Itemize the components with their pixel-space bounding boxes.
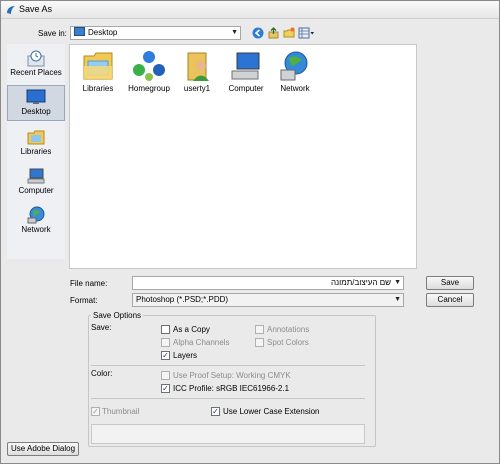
file-label: userty1 (183, 84, 211, 93)
lower-case-extension-checkbox[interactable]: ✓ (211, 407, 220, 416)
icc-profile-checkbox[interactable]: ✓ (161, 384, 170, 393)
views-menu-icon[interactable] (298, 27, 315, 39)
place-desktop[interactable]: Desktop (7, 85, 65, 121)
place-computer[interactable]: Computer (7, 165, 65, 201)
color-section-label: Color: (91, 369, 113, 378)
places-bar: Recent Places Desktop Libraries Computer (7, 44, 65, 259)
spot-colors-checkbox[interactable] (255, 338, 264, 347)
warning-text-area (91, 424, 365, 444)
format-select[interactable]: Photoshop (*.PSD;*.PDD) ▼ (132, 293, 404, 307)
file-label: Libraries (82, 84, 114, 93)
options-divider (91, 398, 365, 399)
place-label: Computer (18, 186, 54, 195)
format-label: Format: (70, 296, 98, 305)
format-value: Photoshop (*.PSD;*.PDD) (136, 295, 229, 304)
title-bar[interactable]: Save As (1, 1, 499, 19)
layers-label: Layers (173, 351, 198, 360)
layers-checkbox[interactable]: ✓ (161, 351, 170, 360)
use-proof-setup-label: Use Proof Setup: Working CMYK (173, 371, 291, 380)
chevron-down-icon[interactable]: ▼ (231, 27, 238, 39)
network-icon (280, 51, 308, 81)
use-proof-setup-checkbox[interactable] (161, 371, 170, 380)
save-as-dialog: Save As Save in: Desktop ▼ Recent Places… (0, 0, 500, 464)
new-folder-icon[interactable] (283, 27, 295, 39)
save-section-label: Save: (91, 323, 112, 332)
thumbnail-checkbox[interactable]: ✓ (91, 407, 100, 416)
file-item-userty1[interactable]: userty1 (171, 50, 223, 93)
annotations-label: Annotations (267, 325, 310, 334)
spot-colors-label: Spot Colors (267, 338, 309, 347)
file-list[interactable]: Libraries Homegroup userty1 Computer Net… (69, 44, 417, 269)
lower-case-extension-label: Use Lower Case Extension (223, 407, 320, 416)
save-in-label: Save in: (38, 29, 67, 38)
network-icon (27, 206, 45, 224)
file-name-value: שם העיצוב/תמונה (330, 278, 391, 287)
user-folder-icon (187, 52, 209, 81)
file-name-label: File name: (70, 279, 108, 288)
icc-profile-label: ICC Profile: sRGB IEC61966-2.1 (173, 384, 290, 393)
annotations-checkbox[interactable] (255, 325, 264, 334)
place-label: Desktop (21, 107, 51, 116)
homegroup-icon (133, 51, 165, 81)
file-item-libraries[interactable]: Libraries (72, 50, 124, 93)
recent-places-icon (27, 50, 45, 67)
window-title: Save As (19, 4, 53, 14)
save-options-title: Save Options (91, 311, 144, 320)
place-network[interactable]: Network (7, 204, 65, 240)
alpha-channels-checkbox[interactable] (161, 338, 170, 347)
file-item-computer[interactable]: Computer (220, 50, 272, 93)
computer-icon (231, 52, 260, 80)
place-label: Network (21, 225, 51, 234)
cancel-button[interactable]: Cancel (426, 293, 474, 307)
place-libraries[interactable]: Libraries (7, 126, 65, 162)
up-folder-icon[interactable] (268, 27, 279, 39)
save-in-combo[interactable]: Desktop ▼ (70, 26, 241, 40)
file-label: Computer (228, 84, 264, 93)
as-a-copy-checkbox[interactable] (161, 325, 170, 334)
app-icon (7, 6, 15, 14)
desktop-icon (26, 89, 46, 104)
file-label: Network (280, 84, 310, 93)
use-adobe-dialog-button[interactable]: Use Adobe Dialog (7, 442, 79, 456)
thumbnail-label: Thumbnail (102, 407, 140, 416)
file-item-homegroup[interactable]: Homegroup (123, 50, 175, 93)
libraries-icon (27, 130, 45, 145)
save-in-value: Desktop (88, 28, 118, 37)
libraries-folder-icon (83, 52, 113, 80)
file-label: Homegroup (128, 84, 170, 93)
file-item-network[interactable]: Network (269, 50, 321, 93)
desktop-small-icon (74, 27, 85, 36)
file-name-input[interactable]: שם העיצוב/תמונה ▼ (132, 276, 404, 290)
options-divider (91, 365, 365, 366)
chevron-down-icon[interactable]: ▼ (394, 294, 401, 306)
place-recent-places[interactable]: Recent Places (7, 47, 65, 83)
computer-icon (27, 168, 45, 184)
as-a-copy-label: As a Copy (173, 325, 210, 334)
place-label: Recent Places (10, 68, 62, 77)
back-arrow-icon[interactable] (252, 27, 264, 39)
chevron-down-icon[interactable]: ▼ (394, 277, 401, 289)
save-button[interactable]: Save (426, 276, 474, 290)
place-label: Libraries (20, 147, 52, 156)
alpha-channels-label: Alpha Channels (173, 338, 230, 347)
